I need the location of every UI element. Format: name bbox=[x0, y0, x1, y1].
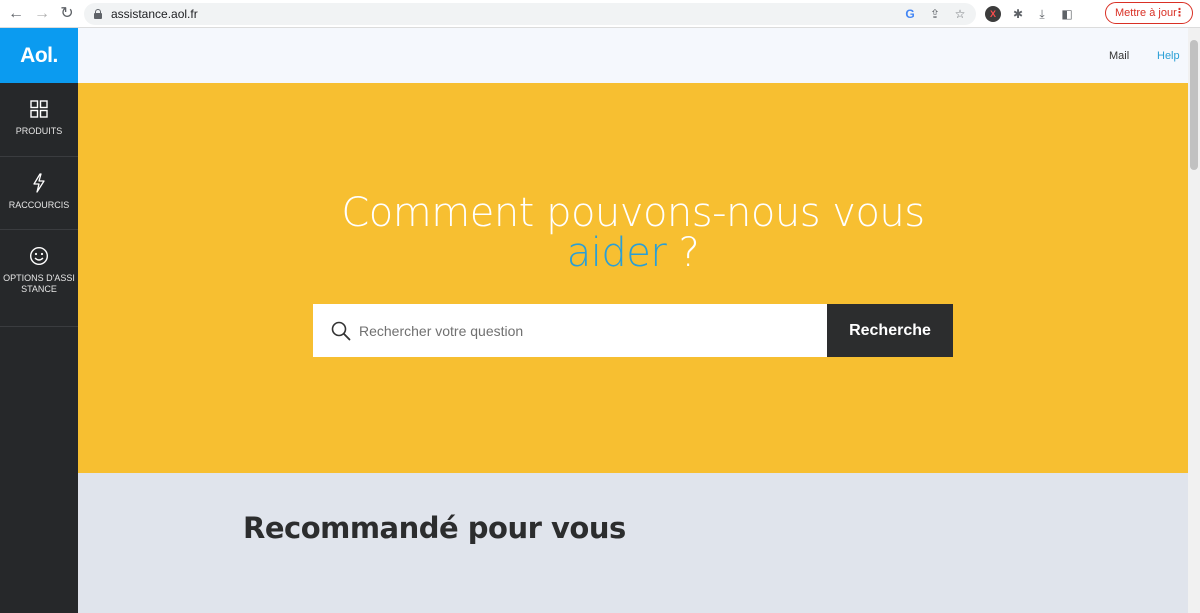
headline-end: ? bbox=[666, 230, 700, 276]
sidebar-item-raccourcis[interactable]: RACCOURCIS bbox=[0, 157, 78, 230]
download-icon[interactable]: ⤓ bbox=[1034, 6, 1050, 22]
smiley-icon bbox=[29, 246, 49, 266]
search-box bbox=[313, 304, 827, 357]
google-translate-icon[interactable]: G bbox=[902, 6, 918, 22]
back-icon[interactable]: ← bbox=[6, 4, 26, 24]
side-panel-icon[interactable]: ◧ bbox=[1059, 6, 1075, 22]
hero-banner: Comment pouvons-nous vous aider ? Recher… bbox=[78, 83, 1188, 473]
recommended-section: Recommandé pour vous bbox=[78, 473, 1188, 613]
search-input[interactable] bbox=[359, 304, 819, 357]
help-link[interactable]: Help bbox=[1157, 50, 1180, 62]
update-button-label: Mettre à jour bbox=[1115, 7, 1177, 19]
share-icon[interactable]: ⇪ bbox=[927, 6, 943, 22]
top-navigation: Mail Help bbox=[78, 28, 1188, 83]
sidebar-item-label: OPTIONS D'ASSISTANCE bbox=[3, 273, 75, 294]
sidebar-item-label: RACCOURCIS bbox=[8, 200, 70, 210]
search-button[interactable]: Recherche bbox=[827, 304, 953, 357]
hero-headline: Comment pouvons-nous vous aider ? bbox=[78, 193, 1188, 273]
extension-x-icon[interactable]: X bbox=[985, 6, 1001, 22]
forward-icon[interactable]: → bbox=[32, 4, 52, 24]
reload-icon[interactable]: ↻ bbox=[57, 4, 77, 24]
sidebar: Aol. PRODUITS RACCOURCIS OPTIONS D'ASSIS… bbox=[0, 28, 78, 613]
bookmark-star-icon[interactable]: ☆ bbox=[952, 6, 968, 22]
sidebar-item-options-assistance[interactable]: OPTIONS D'ASSISTANCE bbox=[0, 230, 78, 327]
sidebar-item-produits[interactable]: PRODUITS bbox=[0, 83, 78, 157]
update-button[interactable]: Mettre à jour ⋮ bbox=[1105, 2, 1193, 24]
extensions-puzzle-icon[interactable]: ✱ bbox=[1010, 6, 1026, 22]
recommended-title: Recommandé pour vous bbox=[243, 511, 626, 545]
browser-menu-icon[interactable]: ⋮ bbox=[1174, 3, 1185, 23]
url-text: assistance.aol.fr bbox=[111, 7, 198, 21]
mail-link[interactable]: Mail bbox=[1109, 50, 1129, 62]
aol-logo[interactable]: Aol. bbox=[0, 28, 78, 83]
search-icon bbox=[331, 321, 351, 341]
browser-toolbar: ← → ↻ assistance.aol.fr G ⇪ ☆ X ✱ ⤓ ◧ Me… bbox=[0, 0, 1200, 28]
headline-accent: aider bbox=[566, 230, 667, 276]
address-bar[interactable]: assistance.aol.fr G ⇪ ☆ bbox=[84, 3, 976, 25]
sidebar-item-label: PRODUITS bbox=[15, 126, 63, 136]
lock-icon bbox=[94, 9, 102, 19]
lightning-icon bbox=[33, 173, 45, 193]
page-scrollbar[interactable] bbox=[1188, 28, 1200, 613]
scrollbar-thumb[interactable] bbox=[1190, 40, 1198, 170]
grid-icon bbox=[30, 100, 48, 118]
